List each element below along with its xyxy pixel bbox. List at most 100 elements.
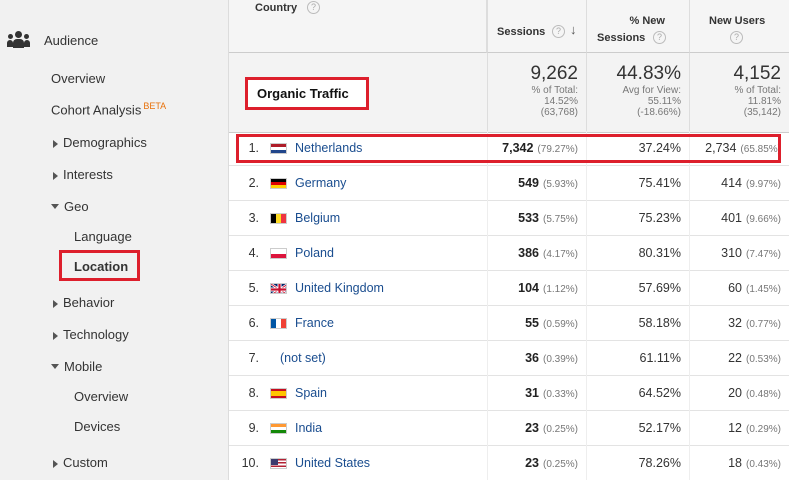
- sidebar-item-devices[interactable]: Devices: [74, 419, 120, 434]
- new-users-cell: 12 (0.29%): [689, 411, 789, 446]
- country-link[interactable]: Germany: [295, 166, 346, 201]
- row-index: 4.: [248, 246, 259, 260]
- sidebar-item-mobile[interactable]: Mobile: [51, 359, 102, 374]
- column-header-new-sessions[interactable]: % New Sessions ?: [586, 0, 689, 53]
- sessions-cell: 549 (5.93%): [487, 166, 586, 201]
- summary-new-users: 4,152 % of Total: 11.81% (35,142): [689, 53, 789, 133]
- new-sessions-header-line2: Sessions: [597, 32, 646, 44]
- country-link[interactable]: France: [295, 306, 334, 341]
- new-users-cell: 18 (0.43%): [689, 446, 789, 480]
- expand-arrow-icon: [53, 331, 58, 340]
- sessions-cell: 55 (0.59%): [487, 306, 586, 341]
- sort-descending-icon[interactable]: ↓: [570, 22, 577, 37]
- country-link[interactable]: (not set): [280, 341, 326, 376]
- country-link[interactable]: Belgium: [295, 201, 340, 236]
- column-header-new-users[interactable]: New Users ?: [689, 0, 789, 53]
- new-users-value: 32: [728, 316, 742, 330]
- row-index: 3.: [248, 211, 259, 225]
- country-link[interactable]: Poland: [295, 236, 334, 271]
- new-sessions-cell: 52.17%: [586, 411, 689, 446]
- expand-arrow-icon: [53, 171, 58, 180]
- sessions-pct: (4.17%): [542, 249, 578, 260]
- sessions-cell: 23 (0.25%): [487, 411, 586, 446]
- sidebar-item-overview[interactable]: Overview: [51, 71, 105, 86]
- new-users-pct: (0.43%): [745, 459, 781, 470]
- new-sessions-cell: 57.69%: [586, 271, 689, 306]
- uk-flag-icon: [270, 283, 287, 294]
- country-header-label: Country: [255, 2, 298, 14]
- expand-arrow-icon: [53, 459, 58, 468]
- sidebar-item-label: Overview: [74, 389, 129, 404]
- new-users-cell: 20 (0.48%): [689, 376, 789, 411]
- people-icon: [7, 31, 30, 49]
- india-flag-icon: [270, 423, 287, 434]
- column-header-sessions[interactable]: Sessions ? ↓: [487, 0, 586, 53]
- country-link[interactable]: United Kingdom: [295, 271, 384, 306]
- sidebar-section-audience[interactable]: Audience: [7, 31, 99, 49]
- france-flag-icon: [270, 318, 287, 329]
- sidebar-item-label: Cohort Analysis: [51, 102, 142, 118]
- summary-sessions-l1: % of Total:: [531, 85, 578, 96]
- new-users-value: 414: [721, 176, 742, 190]
- column-header-country[interactable]: Country ?: [229, 0, 487, 53]
- help-icon[interactable]: ?: [730, 31, 743, 44]
- table-row: 2. Germany 549 (5.93%) 75.41% 414 (9.97%): [229, 166, 789, 201]
- sidebar: Audience Overview Cohort Analysis BETA De…: [0, 0, 229, 480]
- summary-row: Organic Traffic 9,262 % of Total: 14.52%…: [229, 53, 789, 133]
- table-row: 10. United States 23 (0.25%) 78.26% 18 (0.…: [229, 446, 789, 480]
- sessions-value: 104: [518, 281, 539, 295]
- sidebar-item-language[interactable]: Language: [74, 229, 132, 244]
- new-users-cell: 32 (0.77%): [689, 306, 789, 341]
- sessions-value: 23: [525, 421, 539, 435]
- new-users-pct: (0.53%): [745, 354, 781, 365]
- sessions-cell: 36 (0.39%): [487, 341, 586, 376]
- expand-arrow-icon: [53, 139, 58, 148]
- sidebar-item-label: Demographics: [63, 135, 147, 150]
- sidebar-item-geo[interactable]: Geo: [51, 199, 89, 214]
- summary-sessions-value: 9,262: [530, 63, 578, 84]
- belgium-flag-icon: [270, 213, 287, 224]
- sidebar-section-label: Audience: [44, 32, 99, 48]
- new-users-cell: 414 (9.97%): [689, 166, 789, 201]
- new-users-value: 22: [728, 351, 742, 365]
- sidebar-item-demographics[interactable]: Demographics: [53, 135, 147, 150]
- location-highlight-box: [59, 250, 140, 281]
- summary-new-users-value: 4,152: [733, 63, 781, 84]
- germany-flag-icon: [270, 178, 287, 189]
- sessions-pct: (0.39%): [542, 354, 578, 365]
- sidebar-item-custom[interactable]: Custom: [53, 455, 108, 470]
- sessions-pct: (5.75%): [542, 214, 578, 225]
- country-link[interactable]: United States: [295, 446, 370, 480]
- new-sessions-cell: 61.11%: [586, 341, 689, 376]
- help-icon[interactable]: ?: [653, 31, 666, 44]
- country-link[interactable]: Spain: [295, 376, 327, 411]
- new-users-value: 310: [721, 246, 742, 260]
- new-users-cell: 60 (1.45%): [689, 271, 789, 306]
- new-users-pct: (0.48%): [745, 389, 781, 400]
- sessions-pct: (0.25%): [542, 424, 578, 435]
- summary-new-sessions-l1: Avg for View:: [622, 85, 681, 96]
- new-sessions-cell: 58.18%: [586, 306, 689, 341]
- summary-new-sessions-l2: 55.11%: [647, 96, 681, 107]
- help-icon[interactable]: ?: [552, 25, 565, 38]
- row-index: 9.: [248, 421, 259, 435]
- sidebar-item-label: Geo: [64, 199, 89, 214]
- sessions-value: 533: [518, 211, 539, 225]
- sidebar-item-behavior[interactable]: Behavior: [53, 295, 114, 310]
- table-row: 5. United Kingdom 104 (1.12%) 57.69% 60 (1…: [229, 271, 789, 306]
- sidebar-item-interests[interactable]: Interests: [53, 167, 113, 182]
- poland-flag-icon: [270, 248, 287, 259]
- country-link[interactable]: India: [295, 411, 322, 446]
- sessions-pct: (0.33%): [542, 389, 578, 400]
- sessions-pct: (5.93%): [542, 179, 578, 190]
- sidebar-item-cohort-analysis[interactable]: Cohort Analysis BETA: [51, 101, 166, 117]
- sidebar-item-mobile-overview[interactable]: Overview: [74, 389, 128, 404]
- new-users-cell: 310 (7.47%): [689, 236, 789, 271]
- new-users-cell: 401 (9.66%): [689, 201, 789, 236]
- sidebar-item-technology[interactable]: Technology: [53, 327, 129, 342]
- help-icon[interactable]: ?: [307, 1, 320, 14]
- sidebar-item-label: Behavior: [63, 295, 115, 310]
- sessions-pct: (0.59%): [542, 319, 578, 330]
- sessions-value: 23: [525, 456, 539, 470]
- sidebar-item-label: Custom: [63, 455, 108, 470]
